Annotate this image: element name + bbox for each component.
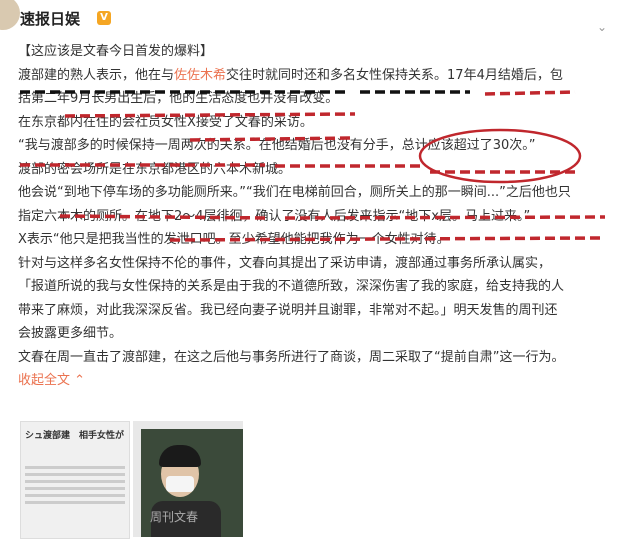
post-line: 括第二年9月长男出生后，他的生活态度也并没有改变。: [18, 91, 339, 106]
post-line: 渡部的密会场所是在东京都港区的六本木新城。: [18, 161, 292, 177]
post-line: 针对与这样多名女性保持不伦的事件，文春向其提出了采访申请，渡部通过事务所承认属实…: [18, 255, 552, 271]
expand-toggle[interactable]: 收起全文 ⌃: [18, 369, 628, 393]
face-mask: [166, 476, 194, 492]
watermark: 周刊文春: [150, 510, 199, 524]
mention-link[interactable]: 佐佐木希: [174, 68, 226, 83]
thumbnail-text-block: [25, 462, 125, 522]
post-line: 他会说“到地下停车场的多功能厕所来。”“我们在电梯前回合，厕所关上的那一瞬间..…: [18, 185, 571, 200]
v-badge-icon: V: [97, 11, 111, 25]
article-thumbnail[interactable]: シュ渡部建 相手女性が「“性の: [20, 421, 130, 539]
post-line: 【这应该是文春今日首发的爆料】: [18, 44, 214, 59]
author-nickname[interactable]: 速报日娱: [20, 8, 80, 29]
chevron-up-icon[interactable]: ⌃: [70, 373, 85, 388]
post-line: 指定六本木的厕所。在地下2～4层徘徊，确认了没有人后发来指示“地下x层。马上过来…: [18, 208, 531, 224]
post-line: 渡部建的熟人表示，他在与佐佐木希交往时就同时还和多名女性保持关系。17年4月结婚…: [18, 67, 563, 83]
post-line: 在东京都内在住的会社员女性X接受了文春的采访。: [18, 114, 313, 130]
thumbnail-headline: シュ渡部建 相手女性が「“性の: [25, 431, 129, 441]
post-line: 会披露更多细节。: [18, 326, 123, 341]
post-line: 「报道所说的我与女性保持的关系是由于我的不道德所致，深深伤害了我的家庭，给支持我…: [18, 279, 565, 294]
chevron-down-icon[interactable]: ⌄: [597, 20, 609, 34]
collapse-link[interactable]: 收起全文: [18, 373, 70, 388]
post-text: 【这应该是文春今日首发的爆料】 渡部建的熟人表示，他在与佐佐木希交往时就同时还和…: [18, 40, 628, 393]
post-header: 速报日娱 V ⌄: [0, 0, 637, 44]
avatar[interactable]: [0, 0, 20, 30]
post-line: 带来了麻烦，对此我深深反省。我已经向妻子说明并且谢罪，非常对不起。」明天发售的周…: [18, 302, 558, 318]
weibo-post-card: 速报日娱 V ⌄ 【这应该是文春今日首发的爆料】 渡部建的熟人表示，他在与佐佐木…: [0, 0, 637, 539]
post-line: “我与渡部多的时候保持一周两次的关系。在他结婚后也没有分手，总计应该超过了30次…: [18, 138, 536, 153]
post-line: X表示“他只是把我当性的发泄口吧。至少希望他能把我作为一个女性对待。: [18, 232, 450, 247]
post-line: 文春在周一直击了渡部建，在这之后他与事务所进行了商谈，周二采取了“提前自肃”这一…: [18, 349, 565, 365]
